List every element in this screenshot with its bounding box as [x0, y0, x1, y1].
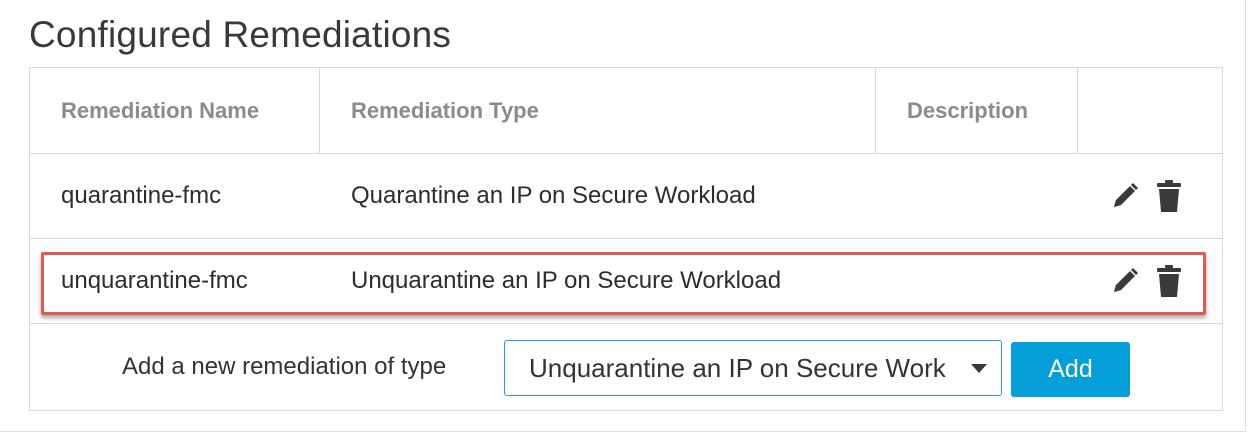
pencil-icon[interactable]: [1110, 264, 1140, 298]
trash-icon[interactable]: [1154, 264, 1184, 298]
add-remediation-label: Add a new remediation of type: [122, 353, 447, 380]
table-row: unquarantine-fmc Unquarantine an IP on S…: [30, 239, 1222, 324]
column-header-name: Remediation Name: [30, 68, 320, 153]
add-remediation-row: Add a new remediation of type Unquaranti…: [30, 324, 1222, 410]
remediations-table: Remediation Name Remediation Type Descri…: [29, 67, 1223, 411]
remediation-name-cell: unquarantine-fmc: [61, 267, 248, 294]
page-title: Configured Remediations: [29, 14, 452, 55]
column-header-description: Description: [876, 68, 1078, 153]
column-header-actions: [1078, 68, 1222, 153]
table-row: quarantine-fmc Quarantine an IP on Secur…: [30, 154, 1222, 239]
table-header: Remediation Name Remediation Type Descri…: [30, 68, 1222, 154]
remediation-type-select-value: Unquarantine an IP on Secure Workload: [529, 352, 947, 383]
caret-down-icon: [971, 361, 987, 379]
remediation-type-cell: Unquarantine an IP on Secure Workload: [351, 267, 782, 294]
row-actions: [1110, 239, 1184, 323]
row-actions: [1110, 154, 1184, 238]
remediations-panel: Configured Remediations Remediation Name…: [0, 0, 1246, 432]
remediation-name-cell: quarantine-fmc: [61, 182, 222, 209]
remediation-type-select[interactable]: Unquarantine an IP on Secure Workload: [504, 340, 1002, 396]
column-header-type: Remediation Type: [320, 68, 876, 153]
remediation-type-cell: Quarantine an IP on Secure Workload: [351, 182, 756, 209]
pencil-icon[interactable]: [1110, 179, 1140, 213]
add-button[interactable]: Add: [1011, 342, 1130, 397]
trash-icon[interactable]: [1154, 179, 1184, 213]
